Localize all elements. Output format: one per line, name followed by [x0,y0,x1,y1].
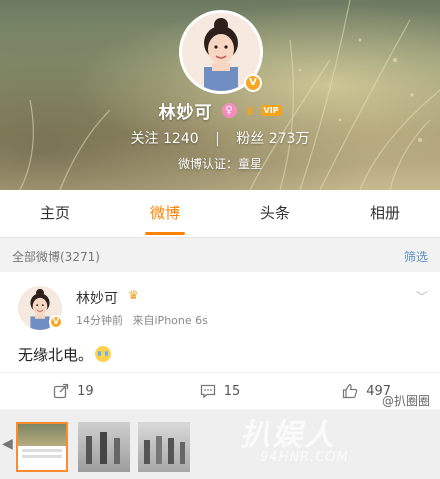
verified-badge-icon: V [49,315,63,329]
profile-stats: 关注 1240 | 粉丝 273万 [0,128,440,148]
post-card[interactable]: V 林妙可 ♛ 14分钟前 来自iPhone 6s ﹀ 无缘北电。 19 15 [0,272,440,409]
female-icon: ♀ [221,103,237,118]
watermark-site-url: 94HNR.COM [260,450,349,465]
comment-button[interactable]: 15 [147,373,294,409]
thumbnail-image [144,436,185,464]
profile-tabs: 主页 微博 头条 相册 [0,190,440,238]
crying-emoji-icon [95,346,112,362]
followers-label: 粉丝 [236,131,265,147]
profile-name: 林妙可 [158,103,213,123]
post-meta: 14分钟前 来自iPhone 6s [76,312,208,328]
following-label: 关注 [130,131,159,147]
post-actions: 19 15 497 [0,372,440,409]
comment-count: 15 [223,383,241,399]
following-count: 1240 [163,131,199,147]
stats-divider: | [215,131,220,147]
tab-weibo[interactable]: 微博 [110,190,220,237]
thumbnail-1[interactable] [16,422,68,472]
crown-icon: ♛ [128,288,139,302]
profile-header: V 林妙可 ♀ ♛ VIP 关注 1240 | 粉丝 273万 微博认证：童星 [0,0,440,190]
tab-album[interactable]: 相册 [330,190,440,237]
followers-count: 273万 [268,131,310,147]
thumbnail-image [18,424,66,446]
post-source: 来自iPhone 6s [132,314,208,327]
profile-name-row: 林妙可 ♀ ♛ VIP [0,98,440,123]
followers-stat[interactable]: 粉丝 273万 [236,131,309,147]
thumbs-up-icon [343,383,358,399]
post-author-name[interactable]: 林妙可 [76,288,118,308]
filter-bar: 全部微博(3271) 筛选 [0,239,440,271]
filter-button[interactable]: 筛选 [404,248,428,265]
thumbnail-image [86,432,120,464]
watermark-site-logo: 扒娱人 [240,418,336,453]
thumbnail-line [22,449,62,452]
repost-count: 19 [77,383,94,399]
crown-icon: ♛ [244,103,256,118]
chevron-left-icon[interactable]: ◀ [2,436,13,452]
thumbnail-strip: ◀ [0,410,440,479]
vip-badge[interactable]: VIP [260,105,282,116]
tab-home[interactable]: 主页 [0,190,110,237]
tab-headlines[interactable]: 头条 [220,190,330,237]
repost-icon [53,383,69,399]
thumbnail-line [22,455,62,458]
thumbnail-2[interactable] [78,422,130,472]
all-posts-label[interactable]: 全部微博(3271) [12,248,100,265]
chevron-down-icon[interactable]: ﹀ [416,288,428,305]
watermark-handle: @扒圈圈 [381,394,430,408]
comment-icon [200,384,215,399]
post-time: 14分钟前 [76,314,123,327]
repost-button[interactable]: 19 [0,373,147,409]
verified-badge-icon: V [244,74,262,92]
following-stat[interactable]: 关注 1240 [131,131,204,147]
post-text-row: 无缘北电。 [18,344,112,365]
post-text: 无缘北电。 [18,346,94,364]
verification-text: 微博认证：童星 [177,157,262,171]
thumbnail-3[interactable] [138,422,190,472]
